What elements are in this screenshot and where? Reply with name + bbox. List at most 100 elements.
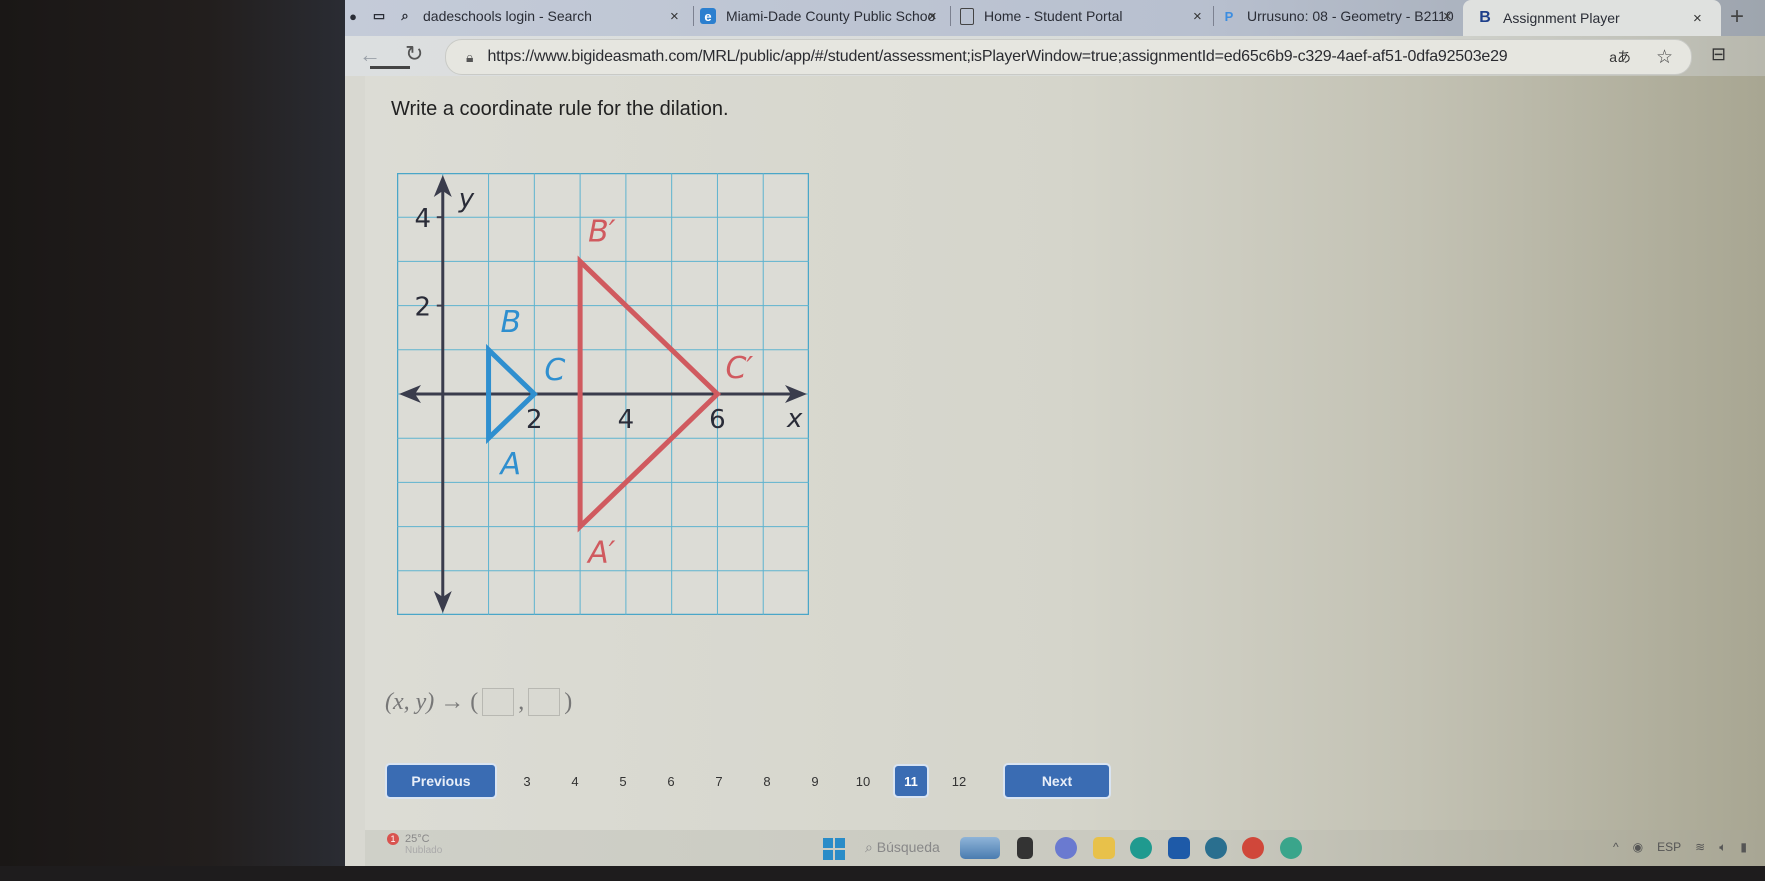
taskbar-search-label: Búsqueda: [876, 839, 940, 855]
maps-to-arrow: →: [440, 688, 465, 715]
close-paren: ): [564, 688, 573, 715]
x-tick-label: 2: [526, 405, 543, 435]
page-icon: [960, 7, 974, 25]
vertex-label-image-b-prime: B′: [588, 214, 616, 249]
weather-temperature: 25°C: [405, 833, 430, 845]
tab-geometry-course[interactable]: P Urrusuno: 08 - Geometry - B2110 ×: [1221, 0, 1454, 32]
question-prompt: Write a coordinate rule for the dilation…: [391, 98, 729, 120]
edge-browser-icon[interactable]: [1130, 837, 1152, 859]
vertex-label-image-c-prime: C′: [725, 351, 753, 386]
y-coordinate-input[interactable]: [528, 688, 561, 716]
school-logo-icon: e: [700, 8, 716, 24]
screen: ● ▭ ⌕ dadeschools login - Search × e Mia…: [345, 0, 1765, 866]
monitor-bezel: [0, 0, 345, 881]
tab-dadeschools-search[interactable]: ● ▭ ⌕ dadeschools login - Search ×: [345, 0, 679, 32]
close-tab-icon[interactable]: ×: [1193, 8, 1202, 25]
page-number[interactable]: 12: [935, 774, 983, 789]
vertex-label-image-a-prime: A′: [586, 536, 616, 571]
tab-separator: [693, 6, 694, 26]
tab-separator: [950, 6, 951, 26]
reload-icon[interactable]: ↻: [405, 41, 423, 67]
tab-label: Assignment Player: [1503, 10, 1620, 26]
next-button[interactable]: Next: [1003, 763, 1111, 799]
y-axis-label: y: [458, 184, 475, 214]
tab-label: Urrusuno: 08 - Geometry - B2110: [1247, 8, 1454, 24]
lock-icon[interactable]: 🔒︎: [466, 49, 473, 66]
open-paren: (: [470, 688, 479, 715]
widgets-icon[interactable]: [960, 837, 1000, 859]
weather-widget[interactable]: 1 25°C Nublado: [387, 833, 442, 856]
page-number[interactable]: 8: [743, 774, 791, 789]
task-view-icon[interactable]: [1017, 837, 1033, 859]
page-number-current[interactable]: 11: [893, 764, 929, 798]
url-text[interactable]: https://www.bigideasmath.com/MRL/public/…: [487, 48, 1507, 66]
windows-start-icon[interactable]: [823, 838, 845, 860]
page-number[interactable]: 7: [695, 774, 743, 789]
skype-icon[interactable]: [1280, 837, 1302, 859]
tab-label: dadeschools login - Search: [423, 8, 592, 24]
previous-button[interactable]: Previous: [385, 763, 497, 799]
question-pager: Previous 3 4 5 6 7 8 9 10 11 12 Next: [385, 763, 1111, 799]
page-number[interactable]: 9: [791, 774, 839, 789]
x-tick-label: 6: [709, 405, 726, 435]
page-number[interactable]: 3: [503, 774, 551, 789]
page-number-list: 3 4 5 6 7 8 9 10 11 12: [503, 764, 983, 798]
close-tab-icon[interactable]: ×: [928, 8, 937, 25]
tab-actions-icon: ▭: [372, 8, 386, 23]
y-tick-label: 2: [415, 293, 432, 323]
battery-icon[interactable]: ▮: [1740, 840, 1747, 855]
tray-expand-icon[interactable]: ^: [1613, 840, 1619, 855]
close-tab-icon[interactable]: ×: [670, 8, 679, 25]
taskbar-search[interactable]: ⌕ Búsqueda: [865, 839, 940, 856]
wifi-icon[interactable]: ≋: [1695, 840, 1705, 855]
volume-icon[interactable]: 🔈︎: [1719, 840, 1726, 855]
tab-student-portal[interactable]: Home - Student Portal ×: [960, 0, 1202, 32]
vertex-label-c: C: [544, 353, 565, 388]
microsoft-store-icon[interactable]: [1168, 837, 1190, 859]
profile-icon: ●: [349, 8, 357, 24]
search-icon: ⌕: [401, 8, 409, 23]
b-logo-icon: B: [1479, 9, 1491, 26]
y-tick-label: 4: [415, 204, 432, 234]
notification-badge: 1: [387, 833, 399, 845]
favorite-star-icon[interactable]: ☆: [1656, 46, 1673, 69]
teams-chat-icon[interactable]: [1055, 837, 1077, 859]
vertex-label-b: B: [501, 305, 522, 340]
vertex-label-a: A: [499, 447, 522, 482]
new-tab-button[interactable]: +: [1730, 3, 1744, 31]
file-explorer-icon[interactable]: [1093, 837, 1115, 859]
page-number[interactable]: 4: [551, 774, 599, 789]
read-aloud-icon[interactable]: aあ: [1609, 47, 1631, 67]
address-bar[interactable]: 🔒︎ https://www.bigideasmath.com/MRL/publ…: [445, 39, 1692, 75]
coordinate-rule-answer: (x, y) → ( , ): [385, 688, 572, 716]
wps-office-icon[interactable]: [1242, 837, 1264, 859]
x-axis-label: x: [786, 404, 803, 434]
x-coordinate-input[interactable]: [482, 688, 515, 716]
system-tray: ^ ◉ ESP ≋ 🔈︎ ▮: [1613, 840, 1747, 855]
tab-miami-dade[interactable]: e Miami-Dade County Public Schoo ×: [700, 0, 937, 32]
page-number[interactable]: 6: [647, 774, 695, 789]
x-tick-label: 4: [618, 405, 635, 435]
tab-strip: ● ▭ ⌕ dadeschools login - Search × e Mia…: [345, 0, 1765, 36]
weather-description: Nublado: [405, 845, 443, 856]
windows-taskbar: 1 25°C Nublado ⌕ Búsqueda ^ ◉ ESP ≋ 🔈︎ ▮: [365, 830, 1765, 866]
language-indicator[interactable]: ESP: [1657, 840, 1681, 855]
tab-assignment-player[interactable]: B Assignment Player ×: [1463, 0, 1721, 36]
page-number[interactable]: 5: [599, 774, 647, 789]
app-indicator: [370, 66, 410, 69]
monitor-bezel-bottom: [0, 866, 1765, 881]
close-tab-icon[interactable]: ×: [1693, 10, 1702, 27]
browser-toolbar: ← ↻ 🔒︎ https://www.bigideasmath.com/MRL/…: [345, 36, 1765, 76]
coordinate-graph: x y 2 4 6 2 4 A BC A′ B′ C′: [397, 173, 809, 615]
back-arrow-icon[interactable]: ←: [359, 42, 381, 68]
app-icon[interactable]: [1205, 837, 1227, 859]
close-tab-icon[interactable]: ×: [1443, 8, 1452, 25]
page-number[interactable]: 10: [839, 774, 887, 789]
p-logo-icon: P: [1224, 8, 1234, 24]
tab-label: Home - Student Portal: [984, 8, 1123, 24]
assignment-content: Write a coordinate rule for the dilation…: [365, 76, 1765, 830]
split-screen-icon[interactable]: ⊟: [1711, 44, 1726, 65]
tray-app-icon[interactable]: ◉: [1633, 840, 1643, 855]
tab-label: Miami-Dade County Public Schoo: [726, 8, 936, 24]
tab-separator: [1213, 6, 1214, 26]
